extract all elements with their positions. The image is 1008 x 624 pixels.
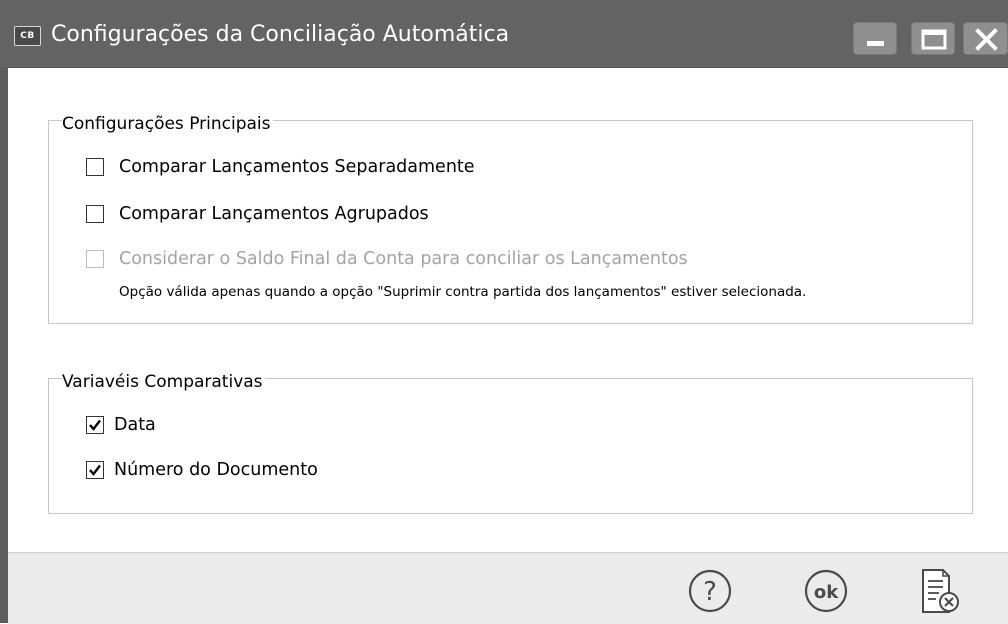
comparative-variables-group	[48, 378, 973, 514]
ok-label: ok	[814, 582, 839, 603]
maximize-icon	[921, 29, 947, 50]
window-left-border	[0, 67, 8, 623]
option-compare-separately[interactable]: Comparar Lançamentos Separadamente	[86, 155, 475, 179]
window-title: Configurações da Conciliação Automática	[51, 22, 510, 47]
checkbox-checked[interactable]	[86, 416, 104, 434]
option-label: Data	[114, 415, 156, 435]
ok-button[interactable]: ok	[803, 568, 849, 614]
option-compare-grouped[interactable]: Comparar Lançamentos Agrupados	[86, 202, 429, 226]
option-document-number[interactable]: Número do Documento	[86, 458, 318, 482]
option-label: Considerar o Saldo Final da Conta para c…	[119, 249, 688, 269]
option-note: Opção válida apenas quando a opção "Supr…	[119, 284, 807, 300]
close-button[interactable]	[963, 22, 1008, 55]
option-date[interactable]: Data	[86, 413, 156, 437]
svg-text:?: ?	[703, 577, 717, 607]
main-settings-title: Configurações Principais	[62, 114, 273, 134]
checkbox[interactable]	[86, 158, 104, 176]
app-icon: CB	[14, 26, 41, 46]
close-icon	[975, 28, 998, 51]
option-label: Comparar Lançamentos Separadamente	[119, 157, 475, 177]
checkbox-checked[interactable]	[86, 461, 104, 479]
title-bar[interactable]: CB Configurações da Conciliação Automáti…	[0, 0, 1008, 68]
option-label: Número do Documento	[114, 460, 318, 480]
check-icon	[89, 464, 101, 476]
minimize-icon	[867, 41, 884, 46]
checkbox-disabled	[86, 250, 104, 268]
maximize-button[interactable]	[911, 22, 955, 55]
option-final-balance: Considerar o Saldo Final da Conta para c…	[86, 247, 688, 271]
cancel-document-icon[interactable]	[919, 568, 963, 616]
minimize-button[interactable]	[853, 22, 897, 55]
checkbox[interactable]	[86, 205, 104, 223]
footer-bar	[8, 552, 1008, 624]
comparative-variables-title: Variavéis Comparativas	[62, 372, 265, 392]
dialog-window: CB Configurações da Conciliação Automáti…	[0, 0, 1008, 624]
check-icon	[89, 419, 101, 431]
help-icon[interactable]: ?	[687, 568, 733, 614]
option-label: Comparar Lançamentos Agrupados	[119, 204, 429, 224]
